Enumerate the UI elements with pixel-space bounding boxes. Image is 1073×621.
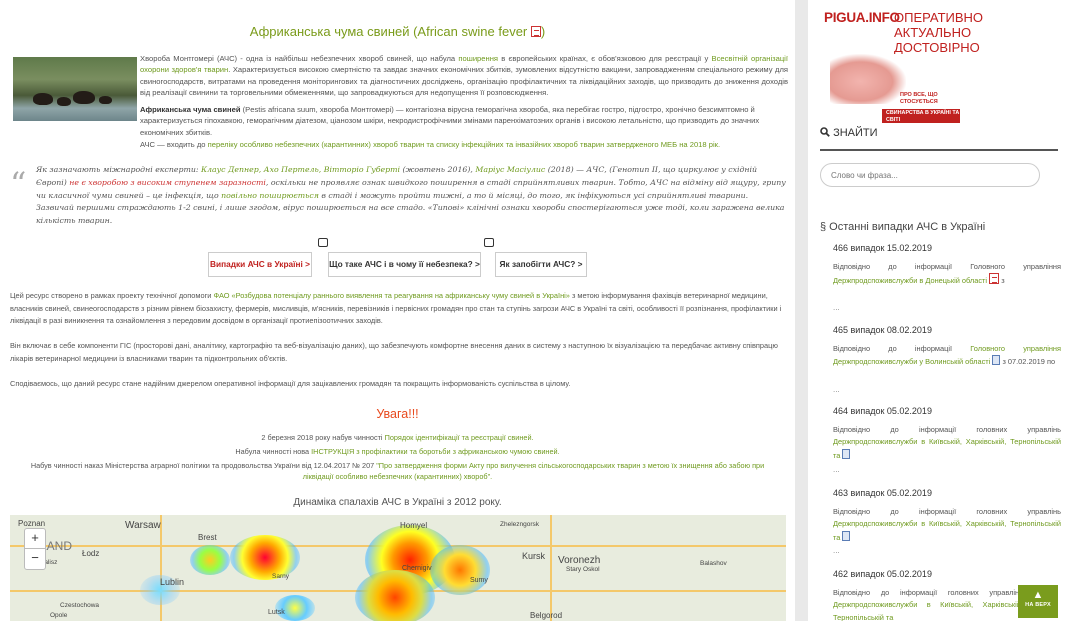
search-input[interactable] — [820, 163, 1040, 187]
masiulis-link[interactable]: Маріус Масіулис — [475, 165, 545, 174]
hope-paragraph: Сподіваємось, що даний ресурс стане наді… — [10, 379, 571, 388]
sidebar: PIGUA.INFO ОПЕРАТИВНО АКТУАЛЬНО ДОСТОВІР… — [808, 0, 1073, 621]
case-text: Відповідно до інформації Головного управ… — [833, 262, 1061, 286]
document-icon[interactable] — [992, 355, 1001, 366]
case-text: Відповідно до інформації Головного управ… — [833, 344, 1062, 367]
about-paragraph: Цей ресурс створено в рамках проекту тех… — [10, 291, 782, 325]
recent-cases-heading: § Останні випадки АЧС в Україні — [820, 221, 986, 233]
gis-paragraph: Він включає в себе компоненти ГІС (прост… — [10, 341, 778, 363]
pdf-icon[interactable] — [530, 26, 541, 37]
page-title-text: Африканська чума свиней (African swine f… — [249, 24, 528, 39]
case-text: Відповідно до інформації головних управл… — [833, 507, 1061, 542]
zoom-in-button[interactable]: + — [25, 529, 45, 549]
notice-3: Набув чинності наказ Міністерства аграрн… — [30, 461, 765, 481]
ellipsis: ... — [833, 303, 840, 312]
slow-spread-link[interactable]: повільно поширюється — [221, 191, 319, 200]
pig-image — [830, 54, 906, 104]
list-paragraph: АЧС — входить до переліку особливо небез… — [140, 140, 721, 149]
case-link[interactable]: Головного управління — [970, 344, 1061, 353]
case-title[interactable]: 466 випадок 15.02.2019 — [833, 243, 932, 253]
logo-sub: ПРО ВСЕ, ЩО СТОСУЄТЬСЯ — [900, 92, 938, 105]
zoom-out-button[interactable]: − — [25, 549, 45, 569]
chat-icon — [484, 238, 494, 247]
case-link[interactable]: Держпродспоживслужби у Волинській област… — [833, 357, 990, 366]
logo-brand: PIGUA.INFO — [824, 10, 900, 25]
not-contagious-link[interactable]: не є хворобою з високим ступенем заразно… — [69, 178, 266, 187]
ellipsis: ... — [833, 385, 840, 394]
case-link[interactable]: Держпродспоживслужби в Донецькій області — [833, 276, 987, 285]
find-heading: ЗНАЙТИ — [820, 127, 878, 139]
pigua-logo[interactable]: PIGUA.INFO ОПЕРАТИВНО АКТУАЛЬНО ДОСТОВІР… — [824, 10, 983, 123]
logo-sub2: СВИНАРСТВА В УКРАЇНІ ТА СВІТІ — [886, 110, 960, 123]
warning-heading: Увага!!! — [376, 407, 419, 421]
oie-list-link[interactable]: переліку особливо небезпечних (карантинн… — [208, 140, 720, 149]
map-title: Динаміка спалахів АЧС в Україні з 2012 р… — [293, 497, 502, 508]
page-title: Африканська чума свиней (African swine f… — [0, 24, 795, 39]
case-text: Відповідно до інформації головних управл… — [833, 425, 1061, 460]
ellipsis: ... — [833, 465, 840, 474]
case-link[interactable]: Держпродспоживслужби в Київській, Харків… — [833, 600, 1023, 621]
definition-paragraph: Африканська чума свиней (Pestis africana… — [140, 105, 760, 137]
case-title[interactable]: 464 випадок 05.02.2019 — [833, 406, 932, 416]
fao-project-link[interactable]: ФАО «Розбудова потенціалу раннього виявл… — [213, 291, 569, 300]
pig-identification-link[interactable]: Порядок ідентифікації та реєстрації свин… — [385, 433, 534, 442]
divider — [820, 149, 1058, 151]
experts-link[interactable]: Клаус Депнер, Ахо Пертель, Вітторіо Губе… — [201, 165, 400, 174]
instruction-link[interactable]: ІНСТРУКЦІЯ з профілактики та боротьби з … — [311, 447, 559, 456]
spread-link[interactable]: поширення — [458, 54, 498, 63]
outbreak-heatmap[interactable]: Poznan Warsaw LAND Łodz Kalisz Lublin Cz… — [10, 515, 786, 621]
case-link[interactable]: Держпродспоживслужби в Київській, Харків… — [833, 519, 1061, 541]
case-link[interactable]: Держпродспоживслужби в Київській, Харків… — [833, 437, 1061, 459]
notice-2: Набула чинності нова ІНСТРУКЦІЯ з профіл… — [235, 447, 560, 456]
document-icon[interactable] — [842, 448, 851, 459]
main-content: Африканська чума свиней (African swine f… — [0, 0, 795, 621]
case-title[interactable]: 463 випадок 05.02.2019 — [833, 488, 932, 498]
map-zoom-control: + − — [24, 528, 46, 570]
search-icon — [820, 127, 830, 137]
prevent-asf-button[interactable]: Як запобігти АЧС? > — [495, 252, 587, 277]
expert-quote: Як зазначають міжнародні експерти: Клаус… — [36, 165, 786, 226]
ellipsis: ... — [833, 546, 840, 555]
wild-boar-photo — [13, 57, 137, 121]
chevron-up-icon: ▲ — [1032, 589, 1044, 601]
chat-icon — [318, 238, 328, 247]
cases-ukraine-button[interactable]: Випадки АЧС в Україні > — [208, 252, 312, 277]
case-title[interactable]: 462 випадок 05.02.2019 — [833, 569, 932, 579]
back-to-top-button[interactable]: ▲ НА ВЕРХ — [1018, 585, 1058, 618]
pdf-icon[interactable] — [989, 273, 1000, 285]
intro-paragraph: Хвороба Монтгомері (АЧС) - одна із найбі… — [140, 54, 788, 98]
what-is-asf-button[interactable]: Що таке АЧС і в чому її небезпека? > — [328, 252, 481, 277]
case-title[interactable]: 465 випадок 08.02.2019 — [833, 325, 932, 335]
case-text: Відповідно до інформації головних управл… — [833, 588, 1023, 621]
document-icon[interactable] — [842, 530, 851, 541]
page-title-close: ) — [540, 24, 546, 39]
logo-tagline: ОПЕРАТИВНО АКТУАЛЬНО ДОСТОВІРНО — [894, 10, 984, 55]
notice-1: 2 березня 2018 року набув чинності Поряд… — [261, 433, 534, 442]
quote-mark-icon: “ — [10, 165, 27, 203]
